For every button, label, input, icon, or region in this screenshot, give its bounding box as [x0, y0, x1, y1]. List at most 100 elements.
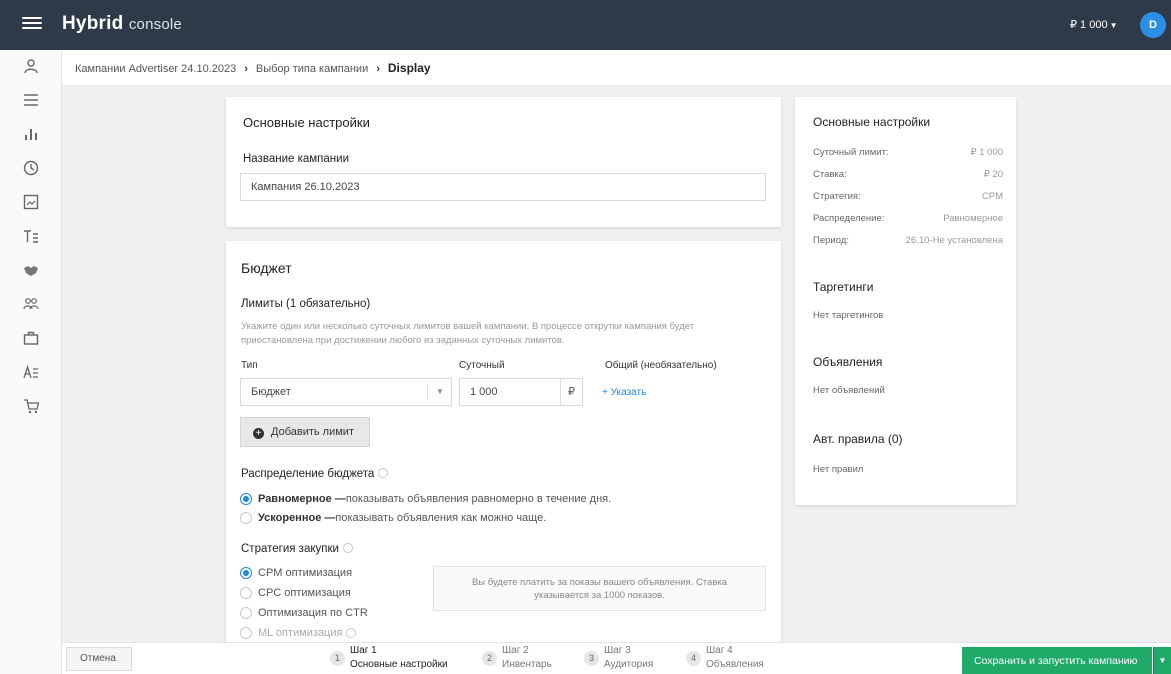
radio-dot [240, 512, 252, 524]
step-label: Шаг 1 [350, 645, 377, 656]
strategy-info-box: Вы будете платить за показы вашего объяв… [433, 566, 766, 611]
breadcrumb-current: Display [387, 61, 431, 75]
ads-value: Нет объявлений [813, 385, 885, 396]
limits-hint: Укажите один или несколько суточных лими… [241, 321, 695, 346]
radio-dot [240, 567, 252, 579]
summary-value: 26.10-Не установлена [905, 235, 1003, 246]
info-icon[interactable] [342, 543, 353, 553]
distribution-even-text: показывать объявления равномерно в течен… [345, 493, 612, 505]
chevron-right-icon: › [376, 63, 380, 75]
list-icon[interactable] [21, 92, 41, 112]
save-and-launch-button[interactable]: Сохранить и запустить кампанию [962, 647, 1152, 674]
top-bar: Hybrid console ₽ 1 000 ▼ D [0, 0, 1171, 50]
image-icon[interactable] [21, 194, 41, 214]
chevron-right-icon: › [244, 63, 248, 75]
limit-type-select[interactable]: Бюджет ▼ [240, 378, 452, 406]
distribution-even-bold: Равномерное — [258, 493, 346, 505]
campaign-name-label: Название кампании [243, 153, 349, 165]
daily-limit-input[interactable]: 1 000 ₽ [459, 378, 583, 406]
col-total-label: Общий (необязательно) [605, 360, 717, 371]
user-icon[interactable] [21, 58, 41, 78]
step-number: 3 [584, 651, 599, 666]
radio-dot [240, 607, 252, 619]
budget-card: Бюджет Лимиты (1 обязательно) Укажите од… [226, 241, 781, 643]
summary-row-bid: Ставка: ₽ 20 [813, 169, 1003, 180]
summary-card: Основные настройки Суточный лимит: ₽ 1 00… [795, 97, 1016, 505]
step-sub: Основные настройки [350, 659, 448, 670]
cart-icon[interactable] [21, 398, 41, 418]
breadcrumb-campaigns[interactable]: Кампании Advertiser 24.10.2023 [75, 63, 236, 75]
balance-value: ₽ 1 000 [1070, 19, 1108, 31]
step-text: Шаг 1 Основные настройки [350, 645, 448, 671]
currency-label: ₽ [560, 379, 582, 405]
distribution-fast-bold: Ускоренное — [258, 512, 336, 524]
specify-total-link[interactable]: + Указать [602, 387, 646, 398]
col-daily-label: Суточный [459, 360, 505, 371]
strategy-cpm-radio[interactable]: CPM оптимизация [240, 567, 352, 579]
step-text: Шаг 4 Объявления [706, 645, 764, 671]
strategy-ml-radio[interactable]: ML оптимизация [240, 627, 357, 639]
step-number: 4 [686, 651, 701, 666]
strategy-ml-label: ML оптимизация [258, 627, 343, 639]
question-icon[interactable] [346, 628, 357, 638]
step-label: Шаг 4 [706, 645, 733, 656]
summary-row-strategy: Стратегия: CPM [813, 191, 1003, 202]
campaign-name-input[interactable]: Кампания 26.10.2023 [240, 173, 766, 201]
distribution-fast-radio[interactable]: Ускоренное — показывать объявления как м… [240, 512, 546, 524]
text-icon[interactable] [21, 228, 41, 248]
basic-settings-card: Основные настройки Название кампании Кам… [226, 97, 781, 227]
distribution-fast-text: показывать объявления как можно чаще. [335, 512, 547, 524]
step-sub: Инвентарь [502, 659, 552, 670]
balance-dropdown[interactable]: ₽ 1 000 ▼ [1070, 18, 1118, 31]
rules-value: Нет правил [813, 464, 864, 475]
col-type-label: Тип [241, 360, 258, 371]
step-text: Шаг 3 Аудитория [604, 645, 653, 671]
strategy-ctr-radio[interactable]: Оптимизация по CTR [240, 607, 368, 619]
summary-title: Основные настройки [813, 115, 931, 129]
menu-icon[interactable] [22, 14, 42, 34]
summary-row-period: Период: 26.10-Не установлена [813, 235, 1003, 246]
summary-row-distribution: Распределение: Равномерное [813, 213, 1003, 224]
summary-value: ₽ 1 000 [970, 147, 1003, 158]
strategy-cpc-radio[interactable]: CPC оптимизация [240, 587, 351, 599]
summary-label: Стратегия: [813, 191, 861, 202]
strategy-cpc-label: CPC оптимизация [258, 587, 351, 599]
strategy-label-text: Стратегия закупки [241, 543, 339, 555]
bar-chart-icon[interactable] [21, 126, 41, 146]
basic-settings-title: Основные настройки [243, 115, 370, 130]
limit-type-value: Бюджет [251, 386, 291, 398]
summary-label: Суточный лимит: [813, 147, 889, 158]
targeting-title: Таргетинги [813, 280, 874, 294]
budget-title: Бюджет [241, 260, 292, 276]
radio-dot [240, 587, 252, 599]
chevron-down-icon[interactable]: ▼ [1153, 647, 1171, 674]
app-logo[interactable]: Hybrid console [62, 13, 182, 35]
step-text: Шаг 2 Инвентарь [502, 645, 552, 671]
info-icon[interactable] [378, 468, 389, 478]
summary-label: Период: [813, 235, 849, 246]
summary-label: Ставка: [813, 169, 847, 180]
step-label: Шаг 3 [604, 645, 631, 656]
strategy-ctr-label: Оптимизация по CTR [258, 607, 368, 619]
summary-value: CPM [981, 191, 1003, 202]
briefcase-icon[interactable] [21, 330, 41, 350]
clock-icon[interactable] [21, 160, 41, 180]
ads-title: Объявления [813, 355, 883, 369]
select-divider [427, 385, 428, 399]
radio-dot [240, 493, 252, 505]
cancel-button[interactable]: Отмена [66, 647, 132, 671]
step-number: 1 [330, 651, 345, 666]
avatar[interactable]: D [1140, 12, 1166, 38]
breadcrumb-campaign-type[interactable]: Выбор типа кампании [256, 63, 368, 75]
summary-label: Распределение: [813, 213, 885, 224]
summary-value: ₽ 20 [983, 169, 1003, 180]
footer-bar: Отмена 1 Шаг 1 Основные настройки 2 Шаг 2… [62, 642, 1171, 674]
translate-icon[interactable] [21, 364, 41, 384]
step-sub: Объявления [706, 659, 764, 670]
handshake-icon[interactable] [21, 262, 41, 282]
distribution-even-radio[interactable]: Равномерное — показывать объявления равн… [240, 493, 611, 505]
strategy-label: Стратегия закупки [241, 543, 353, 555]
add-limit-button[interactable]: + Добавить лимит [240, 417, 370, 447]
users-icon[interactable] [21, 296, 41, 316]
distribution-label: Распределение бюджета [241, 468, 389, 480]
